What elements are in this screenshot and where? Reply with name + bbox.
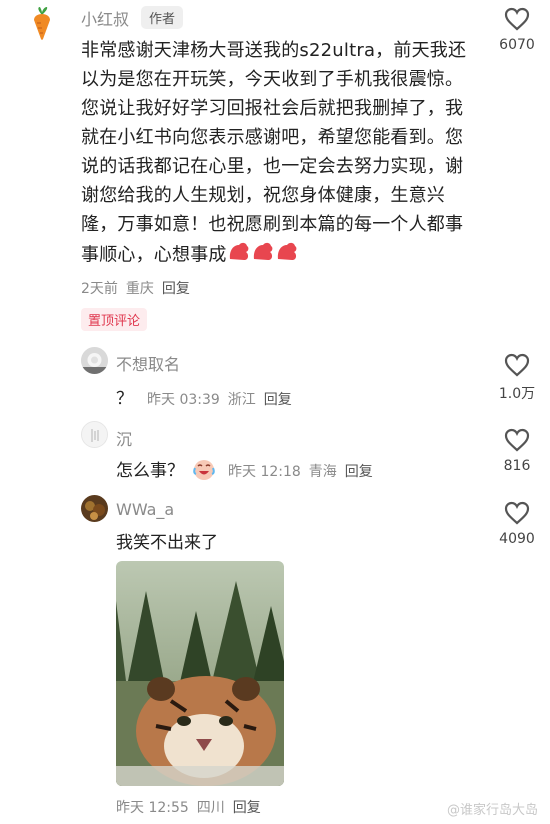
- pinned-badge: 置顶评论: [81, 308, 148, 331]
- like-count: 1.0万: [498, 386, 536, 402]
- reply-time: 昨天 03:39: [147, 392, 220, 408]
- author-badge: 作者: [141, 6, 184, 29]
- reply-avatar[interactable]: [81, 421, 108, 448]
- reply-text: 我笑不出来了: [116, 533, 218, 553]
- author-name[interactable]: 小红叔: [81, 6, 129, 30]
- comment-location: 重庆: [125, 281, 154, 297]
- avatar-image: [81, 347, 108, 374]
- like-button[interactable]: 6070: [487, 7, 547, 53]
- reply-time: 昨天 12:18: [228, 464, 301, 480]
- comment-text: 非常感谢天津杨大哥送我的s22ultra，前天我还以为是您在开玩笑，今天收到了手…: [81, 36, 473, 272]
- avatar-image: [81, 495, 108, 522]
- comment-meta: 2天前 重庆 回复: [81, 278, 198, 298]
- reply-meta: 怎么事？ 昨天 12:18 青海 回复: [116, 456, 381, 486]
- heart-outline-icon: [504, 501, 530, 525]
- reply-image[interactable]: [116, 561, 284, 786]
- reply-author[interactable]: 不想取名: [116, 351, 180, 375]
- laughing-crying-emoji: [192, 458, 216, 486]
- reply-meta: 昨天 12:55 四川 回复: [116, 797, 269, 817]
- reply-button[interactable]: 回复: [264, 392, 292, 408]
- carrot-icon: [34, 7, 50, 40]
- reply-avatar[interactable]: [81, 495, 108, 522]
- comment-time: 2天前: [81, 281, 118, 297]
- watermark: @谁家行岛大岛: [446, 803, 538, 818]
- reply-button[interactable]: 回复: [162, 281, 190, 297]
- like-count: 816: [503, 458, 531, 474]
- like-count: 6070: [499, 37, 535, 53]
- reply-location: 浙江: [227, 392, 256, 408]
- heart-outline-icon: [504, 353, 530, 377]
- like-button[interactable]: 4090: [487, 501, 547, 547]
- like-button[interactable]: 816: [487, 428, 547, 474]
- reply-author[interactable]: WWa_a: [116, 500, 174, 519]
- comment-text-content: 非常感谢天津杨大哥送我的s22ultra，前天我还以为是您在开玩笑，今天收到了手…: [81, 40, 467, 266]
- reply-meta: ？ 昨天 03:39 浙江 回复: [116, 384, 300, 409]
- reply-text: 怎么事？: [116, 461, 184, 481]
- reply-button[interactable]: 回复: [233, 800, 261, 816]
- heart-outline-icon: [504, 7, 530, 31]
- flexed-biceps-emoji: [227, 239, 299, 272]
- reply-avatar[interactable]: [81, 347, 108, 374]
- reply-button[interactable]: 回复: [345, 464, 373, 480]
- avatar-image: [82, 422, 107, 447]
- like-count: 4090: [499, 531, 535, 547]
- reply-author[interactable]: 沉: [116, 426, 132, 450]
- reply-time: 昨天 12:55: [116, 800, 189, 816]
- reply-location: 青海: [308, 464, 337, 480]
- tiger-photo: [116, 561, 284, 786]
- reply-text-line: 我笑不出来了: [116, 528, 226, 553]
- like-button[interactable]: 1.0万: [487, 353, 547, 403]
- reply-text: ？: [116, 389, 133, 409]
- heart-outline-icon: [504, 428, 530, 452]
- author-avatar[interactable]: [28, 6, 56, 40]
- reply-location: 四川: [196, 800, 225, 816]
